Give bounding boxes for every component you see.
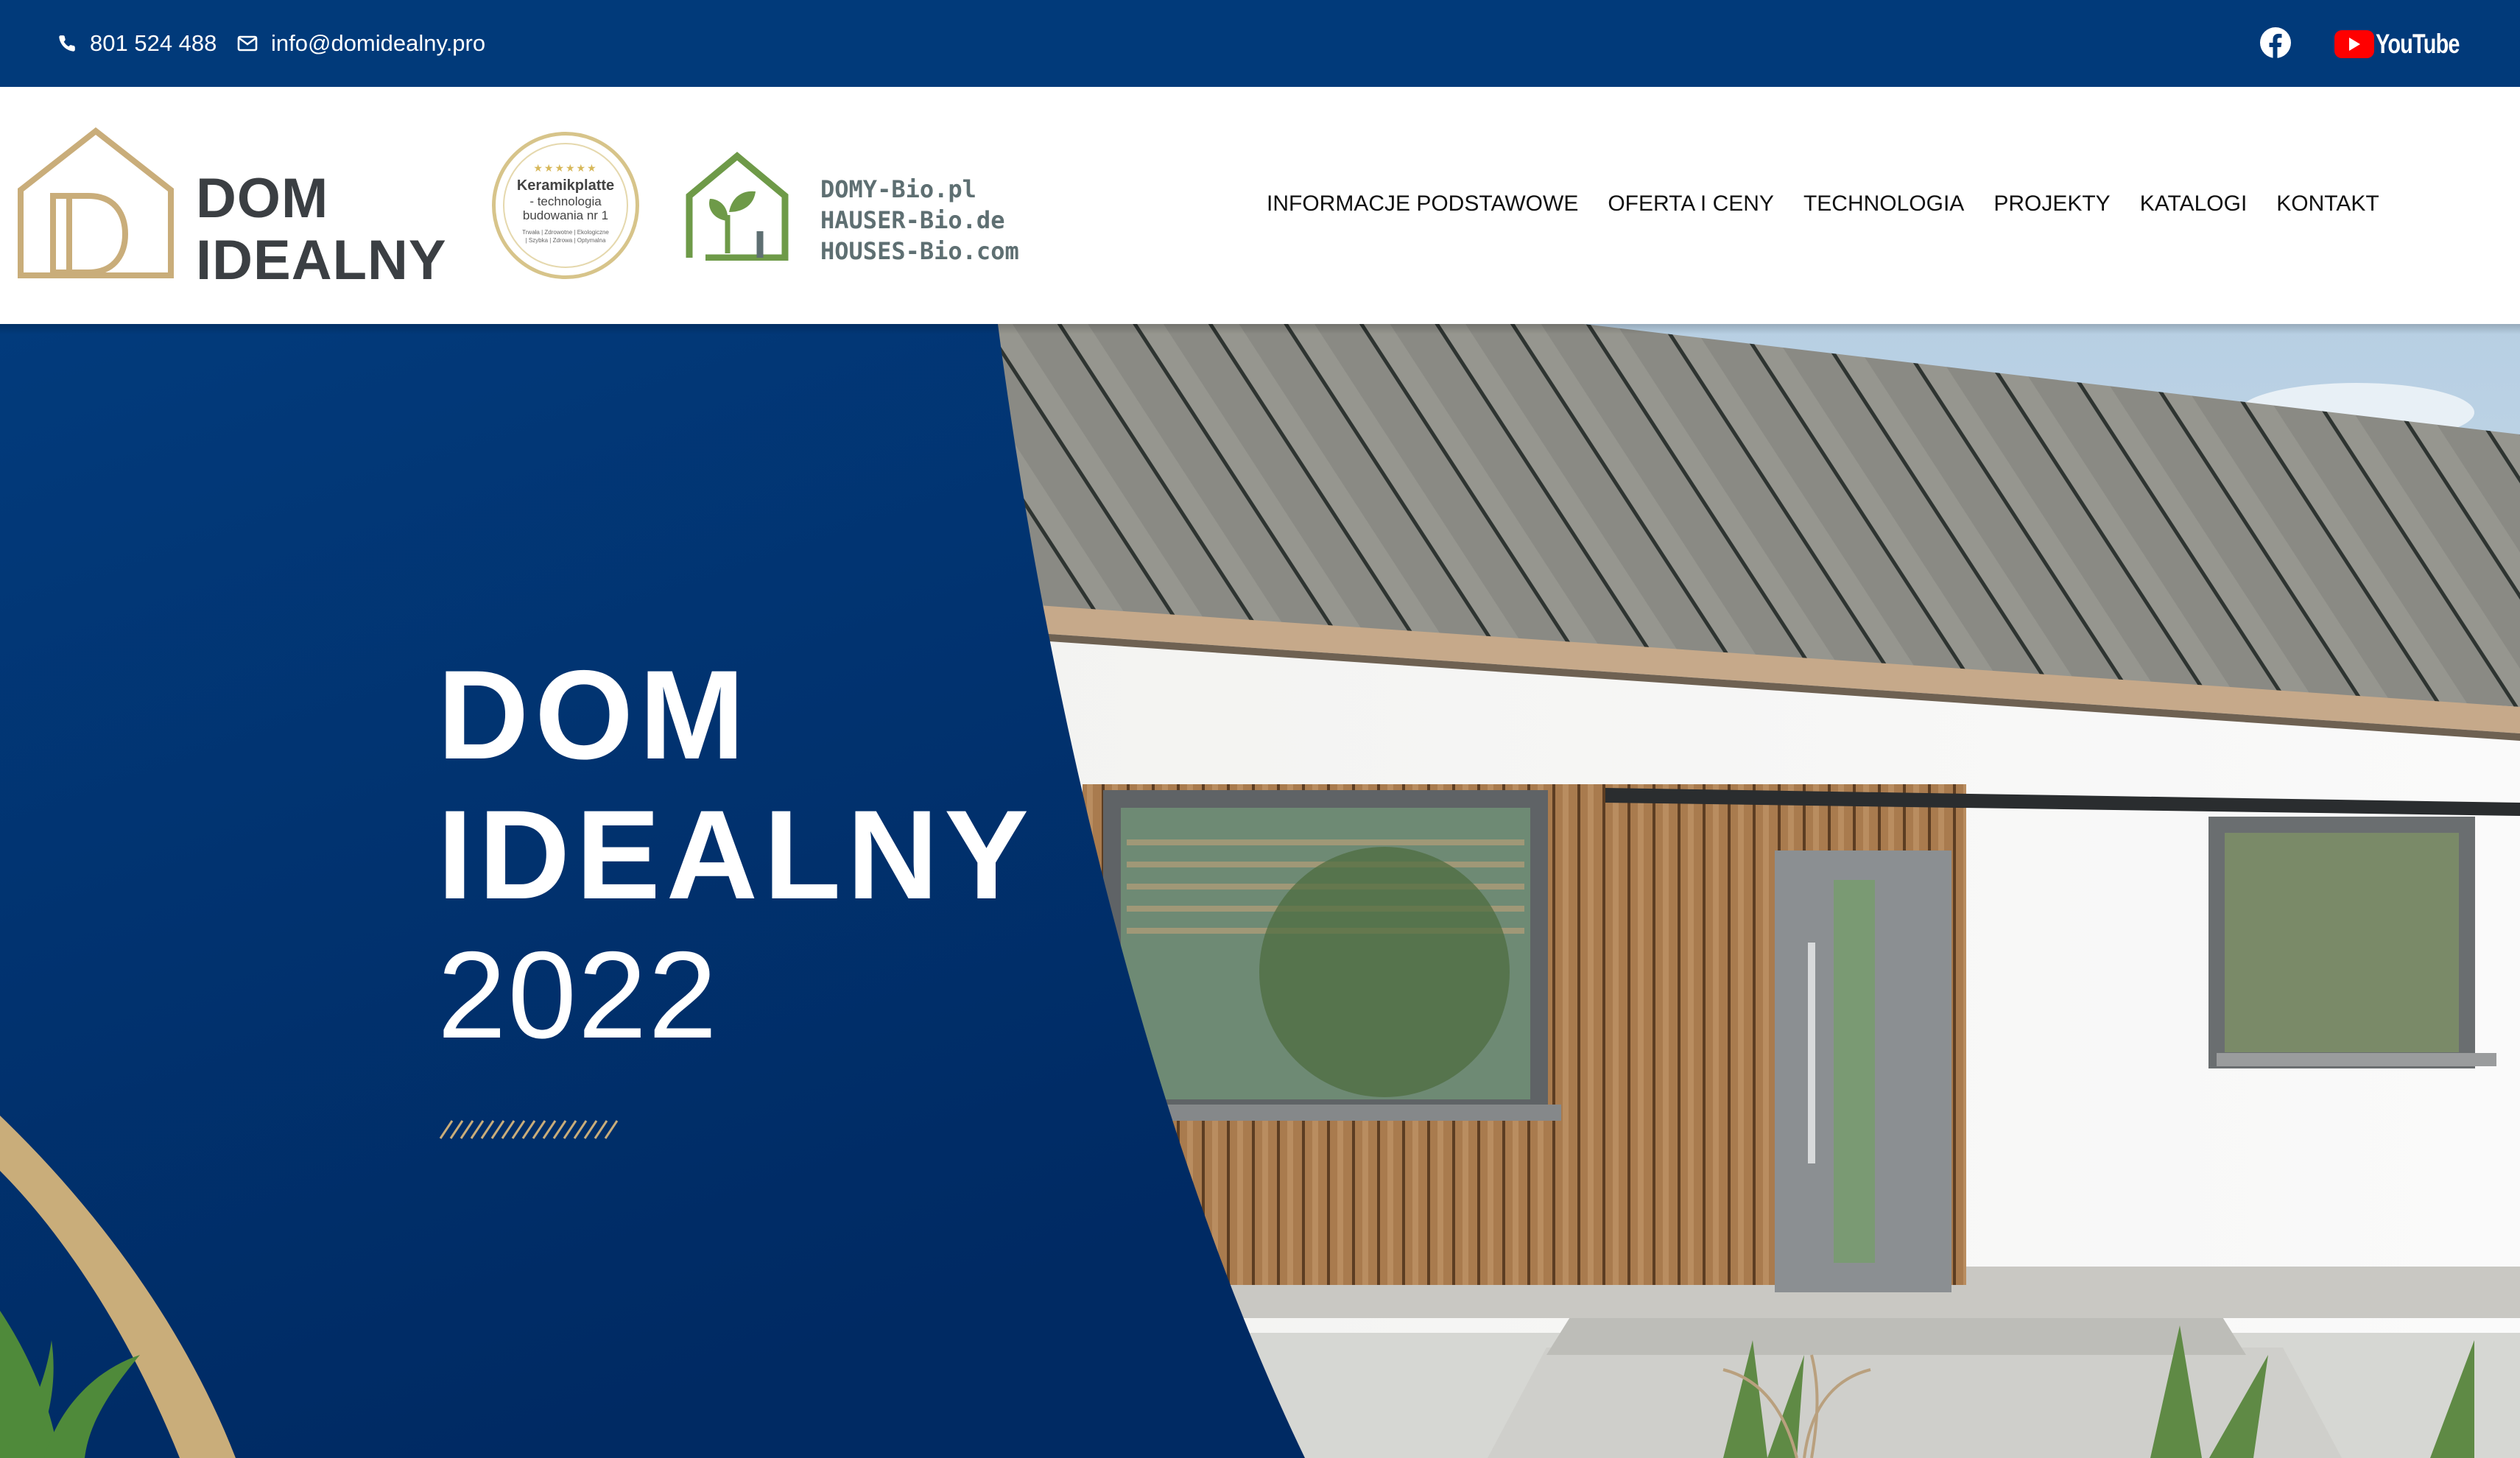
badge-inner-ring bbox=[503, 143, 628, 268]
hero-title: DOM IDEALNY 2022 bbox=[437, 645, 1035, 1065]
keramikplatte-badge[interactable]: ★★★★★★ Keramikplatte - technologia budow… bbox=[492, 132, 639, 279]
hero-house-image bbox=[0, 324, 2520, 1458]
logo-wordmark[interactable]: DOM IDEALNY bbox=[196, 168, 447, 292]
phone-contact[interactable]: 801 524 488 bbox=[57, 0, 217, 87]
nav-item-informacje-podstawowe[interactable]: INFORMACJE PODSTAWOWE bbox=[1267, 191, 1578, 216]
hero-title-line-year: 2022 bbox=[437, 926, 719, 1064]
youtube-play-icon bbox=[2334, 30, 2374, 58]
phone-icon bbox=[59, 35, 75, 52]
envelope-icon bbox=[237, 35, 258, 52]
nav-item-kontakt[interactable]: KONTAKT bbox=[2276, 191, 2379, 216]
email-contact[interactable]: info@domidealny.pro bbox=[237, 0, 485, 87]
logo-word-dom: DOM bbox=[196, 167, 329, 230]
nav-item-katalogi[interactable]: KATALOGI bbox=[2140, 191, 2248, 216]
facebook-icon[interactable] bbox=[2259, 27, 2292, 59]
youtube-wordmark: YouTube bbox=[2376, 29, 2460, 59]
bio-domains[interactable]: DOMY-Bio.pl HAUSER-Bio.de HOUSES-Bio.com bbox=[820, 174, 1019, 267]
bio-domain-pl: DOMY-Bio.pl bbox=[820, 175, 976, 203]
bio-domain-de: HAUSER-Bio.de bbox=[820, 206, 1005, 234]
bio-domain-com: HOUSES-Bio.com bbox=[820, 237, 1019, 265]
hero-title-line-idealny: IDEALNY bbox=[437, 784, 1035, 926]
main-navigation: INFORMACJE PODSTAWOWE OFERTA I CENY TECH… bbox=[1267, 191, 2409, 216]
site-header: DOM IDEALNY ★★★★★★ Keramikplatte - techn… bbox=[0, 87, 2520, 324]
email-address[interactable]: info@domidealny.pro bbox=[271, 30, 485, 57]
logo-word-idealny: IDEALNY bbox=[196, 229, 447, 292]
hero-section: DOM IDEALNY 2022 bbox=[0, 324, 2520, 1458]
nav-item-projekty[interactable]: PROJEKTY bbox=[1993, 191, 2110, 216]
hero-title-line-dom: DOM bbox=[437, 644, 751, 786]
nav-item-oferta-i-ceny[interactable]: OFERTA I CENY bbox=[1608, 191, 1774, 216]
phone-number[interactable]: 801 524 488 bbox=[90, 30, 217, 57]
youtube-logo[interactable]: YouTube bbox=[2334, 29, 2483, 60]
hatch-divider bbox=[439, 1120, 619, 1139]
dom-idealny-house-logo-icon[interactable] bbox=[15, 122, 177, 284]
header-shadow bbox=[0, 324, 2520, 334]
top-bar: 801 524 488 info@domidealny.pro YouTube bbox=[0, 0, 2520, 87]
nav-item-technologia[interactable]: TECHNOLOGIA bbox=[1803, 191, 1964, 216]
bio-house-leaf-icon[interactable] bbox=[683, 150, 791, 261]
